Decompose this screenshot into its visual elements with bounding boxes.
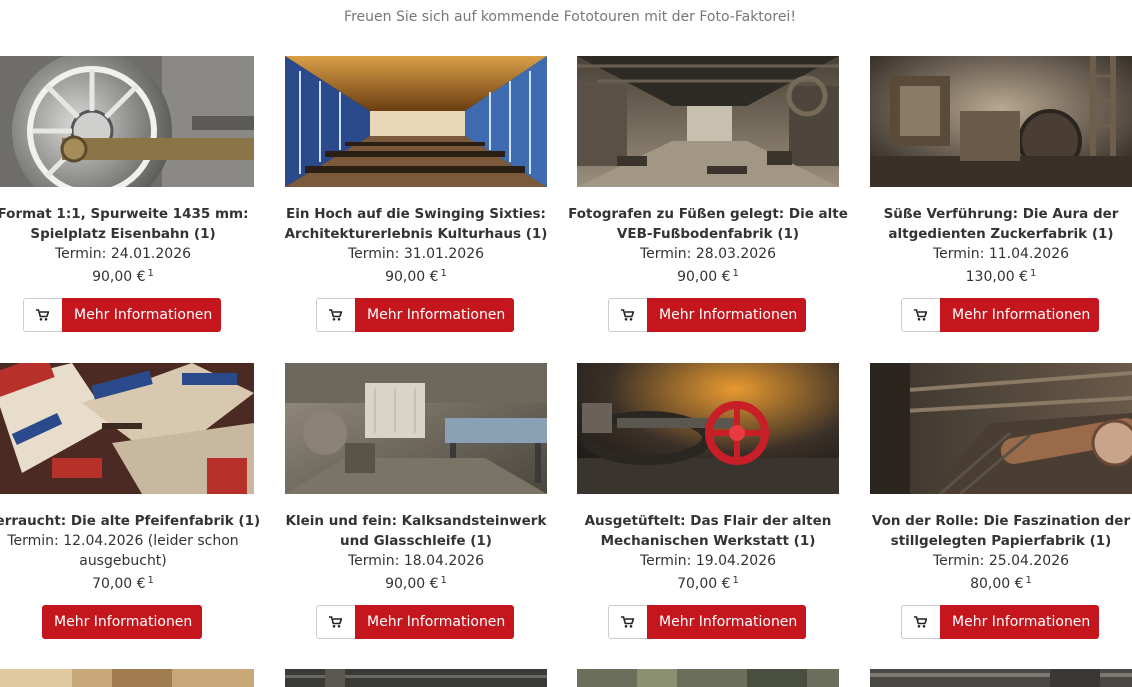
add-to-cart-button[interactable] — [316, 298, 355, 332]
cart-icon — [329, 309, 342, 321]
price-footnote: 1 — [147, 575, 154, 586]
price-footnote: 1 — [1029, 268, 1037, 279]
tour-price: 70,00 €1 — [92, 575, 154, 592]
price-footnote: 1 — [732, 575, 739, 586]
price-footnote: 1 — [440, 268, 447, 279]
price-footnote: 1 — [732, 268, 739, 279]
tour-price: 80,00 €1 — [970, 575, 1032, 592]
tour-image-pipe-labels[interactable] — [0, 363, 254, 494]
more-info-button[interactable]: Mehr Informationen — [355, 298, 514, 332]
tour-title[interactable]: Klein und fein: Kalksandsteinwerk und Gla… — [275, 511, 557, 551]
more-info-button[interactable]: Mehr Informationen — [42, 605, 202, 639]
cart-icon — [914, 309, 927, 321]
tour-title[interactable]: Ein Hoch auf die Swinging Sixties: Archit… — [275, 204, 557, 244]
cart-icon — [36, 309, 49, 321]
add-to-cart-button[interactable] — [23, 298, 62, 332]
price-footnote: 1 — [440, 575, 447, 586]
tour-date: Termin: 25.04.2026 — [932, 553, 1070, 569]
add-to-cart-button[interactable] — [608, 298, 647, 332]
add-to-cart-button[interactable] — [316, 605, 355, 639]
more-info-button[interactable]: Mehr Informationen — [940, 605, 1099, 639]
more-info-button[interactable]: Mehr Informationen — [940, 298, 1099, 332]
tour-image-red-valve[interactable] — [577, 363, 839, 494]
tour-image-partial[interactable] — [577, 669, 839, 687]
tour-price: 90,00 €1 — [677, 268, 739, 285]
tour-image-workshop[interactable] — [285, 363, 547, 494]
intro-text: Freuen Sie sich auf kommende Fototouren … — [344, 9, 796, 25]
tour-image-partial[interactable] — [870, 669, 1132, 687]
cart-icon — [329, 616, 342, 628]
tour-title[interactable]: Ausgetüftelt: Das Flair der alten Mechani… — [567, 511, 849, 551]
tour-image-partial[interactable] — [285, 669, 547, 687]
tour-date: Termin: 12.04.2026 (leider schon ausgebuc… — [7, 533, 239, 569]
tour-title[interactable]: Von der Rolle: Die Faszination der stillg… — [860, 511, 1132, 551]
more-info-button[interactable]: Mehr Informationen — [647, 298, 806, 332]
tour-image-partial[interactable] — [0, 669, 254, 687]
tour-date: Termin: 19.04.2026 — [639, 553, 777, 569]
tour-image-hall-interior[interactable] — [285, 56, 547, 187]
more-info-button[interactable]: Mehr Informationen — [355, 605, 514, 639]
add-to-cart-button[interactable] — [901, 298, 940, 332]
add-to-cart-button[interactable] — [901, 605, 940, 639]
tour-price: 130,00 €1 — [965, 268, 1037, 285]
cart-icon — [621, 309, 634, 321]
tour-image-factory-hall[interactable] — [577, 56, 839, 187]
tour-date: Termin: 24.01.2026 — [54, 246, 192, 262]
price-footnote: 1 — [147, 268, 154, 279]
tour-title[interactable]: Verraucht: Die alte Pfeifenfabrik (1) — [0, 511, 264, 531]
tour-title[interactable]: Süße Verführung: Die Aura der altgediente… — [860, 204, 1132, 244]
tour-date: Termin: 18.04.2026 — [347, 553, 485, 569]
price-footnote: 1 — [1025, 575, 1032, 586]
tour-image-paper-rollers[interactable] — [870, 363, 1132, 494]
more-info-button[interactable]: Mehr Informationen — [62, 298, 221, 332]
tour-date: Termin: 11.04.2026 — [932, 246, 1070, 262]
cart-icon — [914, 616, 927, 628]
tour-image-locomotive-wheel[interactable] — [0, 56, 254, 187]
tour-price: 70,00 €1 — [677, 575, 739, 592]
cart-icon — [621, 616, 634, 628]
tour-price: 90,00 €1 — [385, 268, 447, 285]
more-info-button[interactable]: Mehr Informationen — [647, 605, 806, 639]
tour-price: 90,00 €1 — [385, 575, 447, 592]
tour-image-sugar-factory[interactable] — [870, 56, 1132, 187]
tour-title[interactable]: Format 1:1, Spurweite 1435 mm: Spielplatz… — [0, 204, 264, 244]
tour-date: Termin: 28.03.2026 — [639, 246, 777, 262]
tour-date: Termin: 31.01.2026 — [347, 246, 485, 262]
tour-title[interactable]: Fotografen zu Füßen gelegt: Die alte VEB-… — [567, 204, 849, 244]
tour-price: 90,00 €1 — [92, 268, 154, 285]
add-to-cart-button[interactable] — [608, 605, 647, 639]
